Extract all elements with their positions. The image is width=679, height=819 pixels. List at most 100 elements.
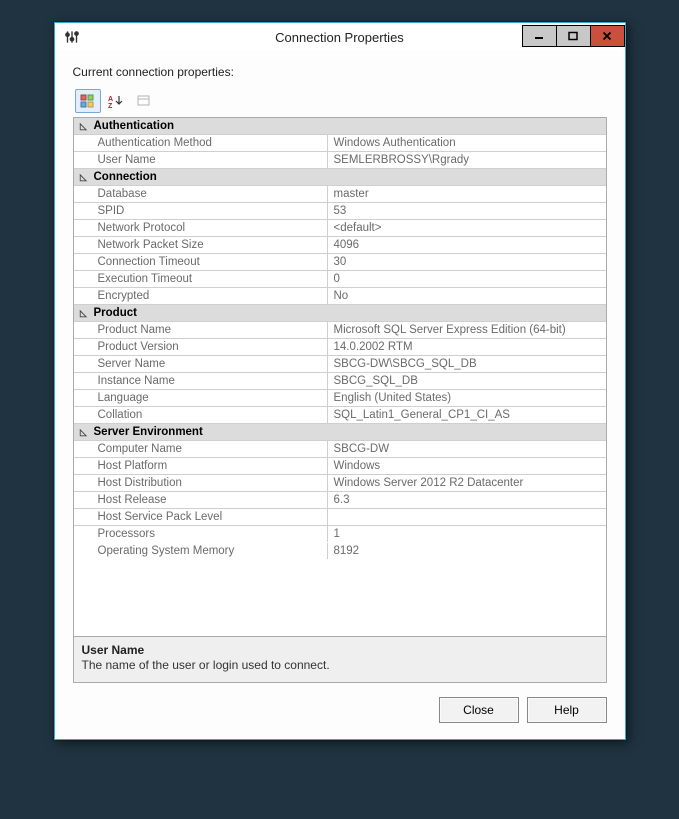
property-name: Encrypted (94, 288, 328, 304)
property-name: Host Release (94, 492, 328, 508)
property-value: English (United States) (328, 390, 606, 406)
property-pages-button[interactable] (131, 89, 157, 113)
description-title: User Name (82, 643, 598, 657)
property-name: Language (94, 390, 328, 406)
minimize-button[interactable] (522, 25, 557, 47)
property-row[interactable]: Host Service Pack Level (74, 509, 606, 526)
property-value: Windows (328, 458, 606, 474)
property-row[interactable]: LanguageEnglish (United States) (74, 390, 606, 407)
category-header[interactable]: Server Environment (74, 424, 606, 441)
property-row[interactable]: Processors1 (74, 526, 606, 543)
description-text: The name of the user or login used to co… (82, 658, 598, 672)
property-name: Database (94, 186, 328, 202)
property-value: 30 (328, 254, 606, 270)
property-value: Windows Authentication (328, 135, 606, 151)
property-row[interactable]: Network Packet Size4096 (74, 237, 606, 254)
expand-collapse-icon[interactable] (74, 305, 94, 321)
property-value: No (328, 288, 606, 304)
property-name: Host Platform (94, 458, 328, 474)
property-name: Product Name (94, 322, 328, 338)
property-name: Connection Timeout (94, 254, 328, 270)
property-value: 4096 (328, 237, 606, 253)
property-value: <default> (328, 220, 606, 236)
maximize-button[interactable] (556, 25, 591, 47)
expand-collapse-icon[interactable] (74, 169, 94, 185)
category-title: Authentication (94, 118, 606, 134)
expand-collapse-icon[interactable] (74, 118, 94, 134)
category-title: Server Environment (94, 424, 606, 440)
window-controls (523, 25, 625, 47)
property-row[interactable]: Databasemaster (74, 186, 606, 203)
property-value (328, 509, 606, 525)
property-name: Server Name (94, 356, 328, 372)
property-row[interactable]: User NameSEMLERBROSSY\Rgrady (74, 152, 606, 169)
property-value: 53 (328, 203, 606, 219)
property-value: 1 (328, 526, 606, 542)
property-value: Windows Server 2012 R2 Datacenter (328, 475, 606, 491)
property-name: Network Protocol (94, 220, 328, 236)
property-name: SPID (94, 203, 328, 219)
property-value: SQL_Latin1_General_CP1_CI_AS (328, 407, 606, 423)
property-row[interactable]: Network Protocol<default> (74, 220, 606, 237)
property-row[interactable]: Host PlatformWindows (74, 458, 606, 475)
svg-text:A: A (108, 96, 113, 103)
category-header[interactable]: Product (74, 305, 606, 322)
property-value: SBCG_SQL_DB (328, 373, 606, 389)
property-name: Product Version (94, 339, 328, 355)
property-row[interactable]: Product NameMicrosoft SQL Server Express… (74, 322, 606, 339)
property-row[interactable]: Computer NameSBCG-DW (74, 441, 606, 458)
titlebar[interactable]: Connection Properties (55, 23, 625, 51)
property-row[interactable]: EncryptedNo (74, 288, 606, 305)
property-name: Host Service Pack Level (94, 509, 328, 525)
property-row[interactable]: CollationSQL_Latin1_General_CP1_CI_AS (74, 407, 606, 424)
category-title: Product (94, 305, 606, 321)
property-name: Authentication Method (94, 135, 328, 151)
property-row[interactable]: Host Release6.3 (74, 492, 606, 509)
client-area: Current connection properties: A Z (55, 51, 625, 739)
property-row[interactable]: Host DistributionWindows Server 2012 R2 … (74, 475, 606, 492)
alphabetical-view-button[interactable]: A Z (103, 89, 129, 113)
property-value: SBCG-DW\SBCG_SQL_DB (328, 356, 606, 372)
close-window-button[interactable] (590, 25, 625, 47)
property-name: Host Distribution (94, 475, 328, 491)
property-row[interactable]: Instance NameSBCG_SQL_DB (74, 373, 606, 390)
category-header[interactable]: Authentication (74, 118, 606, 135)
intro-label: Current connection properties: (73, 65, 607, 79)
property-grid-toolbar: A Z (73, 87, 607, 115)
property-value: SBCG-DW (328, 441, 606, 457)
property-name: Instance Name (94, 373, 328, 389)
svg-text:Z: Z (108, 103, 113, 108)
app-icon (63, 28, 81, 46)
description-pane: User Name The name of the user or login … (73, 637, 607, 683)
category-title: Connection (94, 169, 606, 185)
property-row[interactable]: Product Version14.0.2002 RTM (74, 339, 606, 356)
property-row[interactable]: Server NameSBCG-DW\SBCG_SQL_DB (74, 356, 606, 373)
property-name: Computer Name (94, 441, 328, 457)
help-button[interactable]: Help (527, 697, 607, 723)
property-name: Execution Timeout (94, 271, 328, 287)
property-row[interactable]: SPID53 (74, 203, 606, 220)
expand-collapse-icon[interactable] (74, 424, 94, 440)
property-grid: AuthenticationAuthentication MethodWindo… (73, 117, 607, 526)
property-name: Collation (94, 407, 328, 423)
property-value: 8192 (328, 543, 606, 559)
category-header[interactable]: Connection (74, 169, 606, 186)
property-name: Operating System Memory (94, 543, 328, 559)
property-name: Processors (94, 526, 328, 542)
property-row[interactable]: Connection Timeout30 (74, 254, 606, 271)
property-row[interactable]: Authentication MethodWindows Authenticat… (74, 135, 606, 152)
property-row[interactable]: Execution Timeout0 (74, 271, 606, 288)
dialog-footer: Close Help (73, 697, 607, 723)
categorized-view-button[interactable] (75, 89, 101, 113)
property-value: 0 (328, 271, 606, 287)
property-value: Microsoft SQL Server Express Edition (64… (328, 322, 606, 338)
property-row[interactable]: Operating System Memory8192 (74, 543, 606, 560)
dialog-window: Connection Properties Current connection… (54, 22, 626, 740)
property-value: 14.0.2002 RTM (328, 339, 606, 355)
close-button[interactable]: Close (439, 697, 519, 723)
property-value: master (328, 186, 606, 202)
property-name: User Name (94, 152, 328, 168)
property-name: Network Packet Size (94, 237, 328, 253)
property-value: 6.3 (328, 492, 606, 508)
property-value: SEMLERBROSSY\Rgrady (328, 152, 606, 168)
